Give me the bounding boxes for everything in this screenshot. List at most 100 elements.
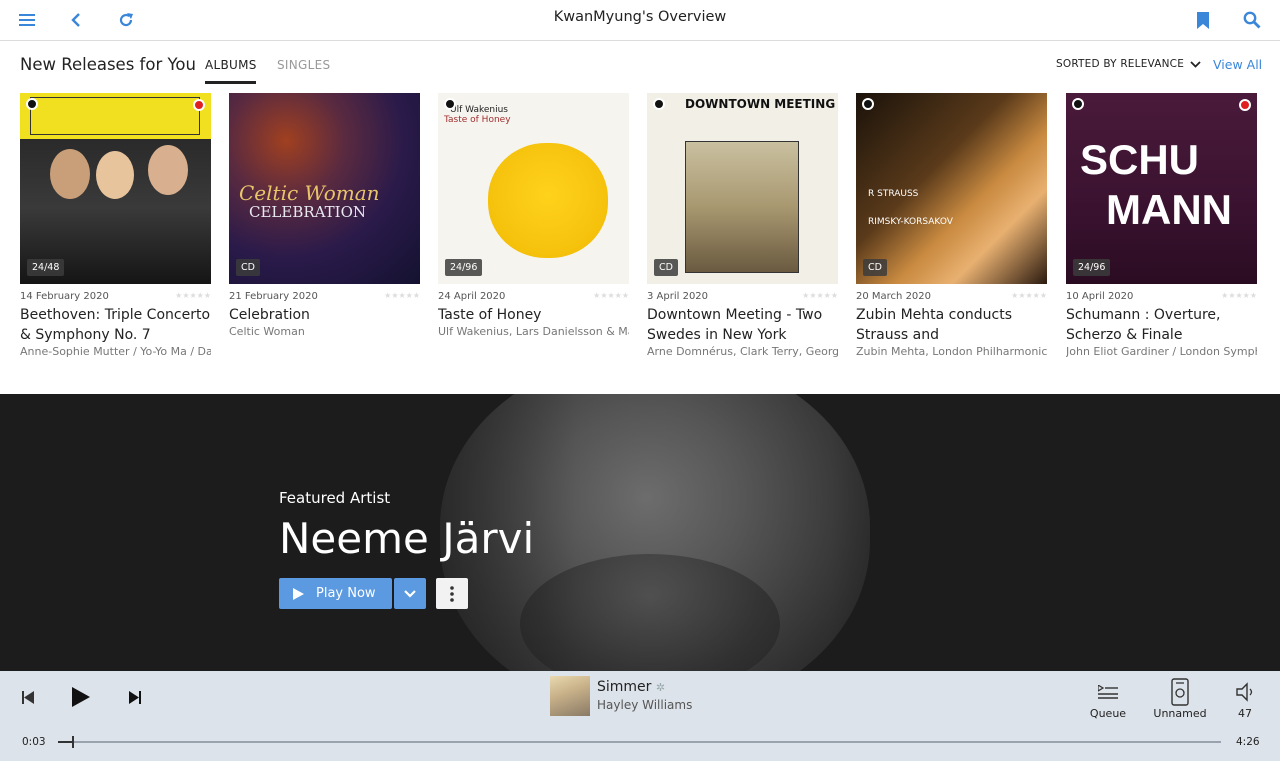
album-card[interactable]: DOWNTOWN MEETING CD 3 April 2020 ★★★★★ Do… (647, 93, 838, 359)
album-card[interactable]: Celtic Woman CELEBRATION CD 21 February … (229, 93, 420, 339)
album-artist[interactable]: Ulf Wakenius, Lars Danielsson & Magnus Ö… (438, 325, 629, 339)
tab-albums[interactable]: ALBUMS (205, 58, 257, 72)
rating-stars[interactable]: ★★★★★ (1221, 291, 1257, 303)
queue-button[interactable]: Queue (1088, 677, 1128, 720)
rating-stars[interactable]: ★★★★★ (175, 291, 211, 303)
quality-badge: 24/96 (1073, 259, 1111, 276)
album-title[interactable]: Taste of Honey (438, 305, 629, 325)
more-options-button[interactable] (436, 578, 468, 609)
play-icon (72, 687, 90, 707)
play-now-label: Play Now (316, 586, 376, 601)
play-options-dropdown[interactable] (394, 578, 426, 609)
view-all-link[interactable]: View All (1213, 57, 1262, 72)
now-playing-title[interactable]: Simmer ✲ (597, 679, 665, 695)
rating-stars[interactable]: ★★★★★ (593, 291, 629, 303)
quality-badge: 24/96 (445, 259, 483, 276)
album-artist[interactable]: Celtic Woman (229, 325, 420, 339)
record-label-icon (193, 99, 205, 111)
album-title[interactable]: Zubin Mehta conducts Strauss and (856, 305, 1047, 345)
album-card[interactable]: R STRAUSS RIMSKY-KORSAKOV CD 20 March 20… (856, 93, 1047, 359)
rating-stars[interactable]: ★★★★★ (802, 291, 838, 303)
album-artist[interactable]: Zubin Mehta, London Philharmonic Orchest… (856, 345, 1047, 359)
quality-badge: 24/48 (27, 259, 65, 276)
quality-badge: CD (863, 259, 887, 276)
album-card[interactable]: Ulf Wakenius Taste of Honey 24/96 24 Apr… (438, 93, 629, 339)
album-cover[interactable]: 24/48 (20, 93, 211, 284)
more-vertical-icon (450, 585, 454, 602)
skip-previous-icon (22, 690, 34, 704)
quality-logo-icon (862, 98, 874, 110)
speaker-device-icon (1152, 677, 1208, 707)
new-releases-header: New Releases for You ALBUMS SINGLES SORT… (0, 42, 1280, 86)
featured-artist-banner: Featured Artist Neeme Järvi Play Now (0, 394, 1280, 671)
album-cover[interactable]: DOWNTOWN MEETING CD (647, 93, 838, 284)
album-title[interactable]: Beethoven: Triple Concerto & Symphony No… (20, 305, 211, 345)
volume-button[interactable]: 47 (1228, 677, 1262, 720)
queue-icon (1088, 677, 1128, 707)
progress-fill (58, 741, 72, 743)
album-card[interactable]: SCHU MANN 24/96 10 April 2020 ★★★★★ Schum… (1066, 93, 1257, 359)
album-cover[interactable]: Celtic Woman CELEBRATION CD (229, 93, 420, 284)
tab-active-indicator (205, 81, 256, 84)
quality-badge: CD (654, 259, 678, 276)
progress-handle[interactable] (71, 736, 74, 748)
page-title: KwanMyung's Overview (553, 9, 727, 25)
album-artist[interactable]: Anne-Sophie Mutter / Yo-Yo Ma / Daniel B… (20, 345, 211, 359)
now-playing-artwork[interactable] (550, 676, 590, 716)
top-bar: KwanMyung's Overview (0, 0, 1280, 41)
play-icon (293, 587, 304, 600)
skip-next-icon (129, 690, 141, 704)
chevron-down-icon (404, 589, 416, 598)
quality-logo-icon (444, 98, 456, 110)
sort-dropdown[interactable]: SORTED BY RELEVANCE (1056, 58, 1201, 70)
elapsed-time: 0:03 (22, 736, 46, 748)
quality-logo-icon (653, 98, 665, 110)
play-now-button[interactable]: Play Now (279, 578, 392, 609)
section-title: New Releases for You (20, 55, 196, 74)
track-title-text: Simmer (597, 679, 652, 695)
quality-logo-icon (1072, 98, 1084, 110)
quality-logo-icon (26, 98, 38, 110)
zone-label: Unnamed (1153, 707, 1207, 720)
featured-artist-name[interactable]: Neeme Järvi (279, 514, 534, 563)
tab-singles[interactable]: SINGLES (277, 58, 330, 72)
player-bar: Simmer ✲ Hayley Williams Queue Unnamed 4… (0, 671, 1280, 761)
source-icon: ✲ (655, 681, 666, 694)
album-cover[interactable]: Ulf Wakenius Taste of Honey 24/96 (438, 93, 629, 284)
album-cover[interactable]: SCHU MANN 24/96 (1066, 93, 1257, 284)
volume-icon (1228, 677, 1262, 707)
previous-track-button[interactable] (18, 685, 38, 709)
progress-bar[interactable] (58, 736, 1221, 748)
album-list: 24/48 14 February 2020 ★★★★★ Beethoven: T… (20, 93, 1280, 363)
total-duration: 4:26 (1236, 736, 1260, 748)
next-track-button[interactable] (125, 685, 145, 709)
sort-label: SORTED BY RELEVANCE (1056, 58, 1185, 70)
album-artist[interactable]: John Eliot Gardiner / London Symphony Or… (1066, 345, 1257, 359)
album-date: 3 April 2020 (647, 291, 709, 302)
album-date: 20 March 2020 (856, 291, 932, 302)
album-date: 10 April 2020 (1066, 291, 1134, 302)
album-title[interactable]: Celebration (229, 305, 420, 325)
record-label-icon (1239, 99, 1251, 111)
volume-level: 47 (1238, 707, 1252, 720)
zone-button[interactable]: Unnamed (1152, 677, 1208, 720)
chevron-down-icon (1190, 60, 1201, 68)
album-date: 21 February 2020 (229, 291, 318, 302)
now-playing-artist[interactable]: Hayley Williams (597, 698, 692, 712)
album-title[interactable]: Downtown Meeting - Two Swedes in New Yor… (647, 305, 838, 345)
album-card[interactable]: 24/48 14 February 2020 ★★★★★ Beethoven: T… (20, 93, 211, 359)
queue-label: Queue (1089, 707, 1127, 720)
banner-overlay (0, 394, 1280, 671)
album-artist[interactable]: Arne Domnérus, Clark Terry, George Mraz (647, 345, 838, 359)
album-date: 14 February 2020 (20, 291, 109, 302)
album-cover[interactable]: R STRAUSS RIMSKY-KORSAKOV CD (856, 93, 1047, 284)
quality-badge: CD (236, 259, 260, 276)
album-title[interactable]: Schumann : Overture, Scherzo & Finale (1066, 305, 1257, 345)
rating-stars[interactable]: ★★★★★ (1011, 291, 1047, 303)
bookmark-icon[interactable] (1191, 8, 1215, 32)
search-icon[interactable] (1240, 8, 1264, 32)
play-button[interactable] (68, 683, 94, 711)
rating-stars[interactable]: ★★★★★ (384, 291, 420, 303)
featured-label: Featured Artist (279, 489, 391, 507)
album-date: 24 April 2020 (438, 291, 506, 302)
